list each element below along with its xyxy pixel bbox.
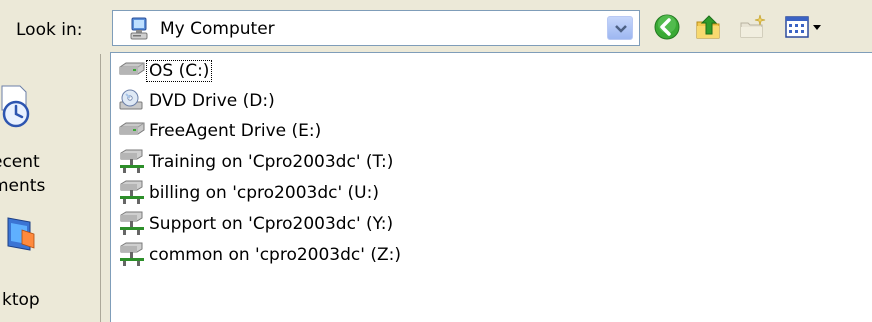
look-in-label: Look in: [16,20,83,40]
new-folder-icon [740,14,766,38]
look-in-value: My Computer [160,19,275,39]
file-list[interactable]: OS (C:) DVD Drive (D:) FreeAgent Drive (E:… [110,52,872,322]
list-item[interactable]: common on 'cpro2003dc' (Z:) [117,240,403,270]
views-icon [785,16,821,38]
dropdown-arrow-button[interactable] [607,16,633,40]
look-in-combobox[interactable]: My Computer [112,10,640,46]
my-recent-documents-icon[interactable] [0,84,34,130]
open-file-dialog: Look in: My Computer cent ments ktop OS … [0,0,872,322]
list-item[interactable]: FreeAgent Drive (E:) [117,116,323,146]
views-menu-button[interactable] [784,12,832,42]
network-drive-icon [117,149,147,175]
list-item-label: Training on 'Cpro2003dc' (T:) [149,152,394,172]
list-item[interactable]: Training on 'Cpro2003dc' (T:) [117,147,395,177]
back-button[interactable] [652,12,682,42]
list-item[interactable]: Support on 'Cpro2003dc' (Y:) [117,209,395,239]
list-item[interactable]: billing on 'cpro2003dc' (U:) [117,178,381,208]
list-item-label: FreeAgent Drive (E:) [149,121,322,141]
list-item-label: DVD Drive (D:) [149,91,275,111]
list-item[interactable]: DVD Drive (D:) [117,86,277,116]
dvd-drive-icon [117,88,147,114]
my-computer-icon [127,17,151,41]
back-arrow-icon [654,14,680,40]
list-item-label: OS (C:) [145,60,213,82]
desktop-label: ktop [2,290,40,310]
up-one-level-button[interactable] [694,12,724,42]
hard-drive-icon [117,118,147,144]
hard-drive-icon [117,58,147,84]
places-bar: ecent ments ktop [0,54,100,322]
my-recent-documents-label: ecent ments [0,152,46,196]
up-folder-icon [696,15,720,39]
list-item-label: common on 'cpro2003dc' (Z:) [149,245,401,265]
desktop-icon[interactable] [4,214,38,254]
list-item[interactable]: OS (C:) [117,56,213,86]
network-drive-icon [117,211,147,237]
network-drive-icon [117,242,147,268]
divider [100,54,101,322]
list-item-label: billing on 'cpro2003dc' (U:) [149,183,379,203]
network-drive-icon [117,180,147,206]
chevron-down-icon [615,25,627,33]
list-item-label: Support on 'Cpro2003dc' (Y:) [149,214,394,234]
new-folder-button[interactable] [738,12,768,42]
